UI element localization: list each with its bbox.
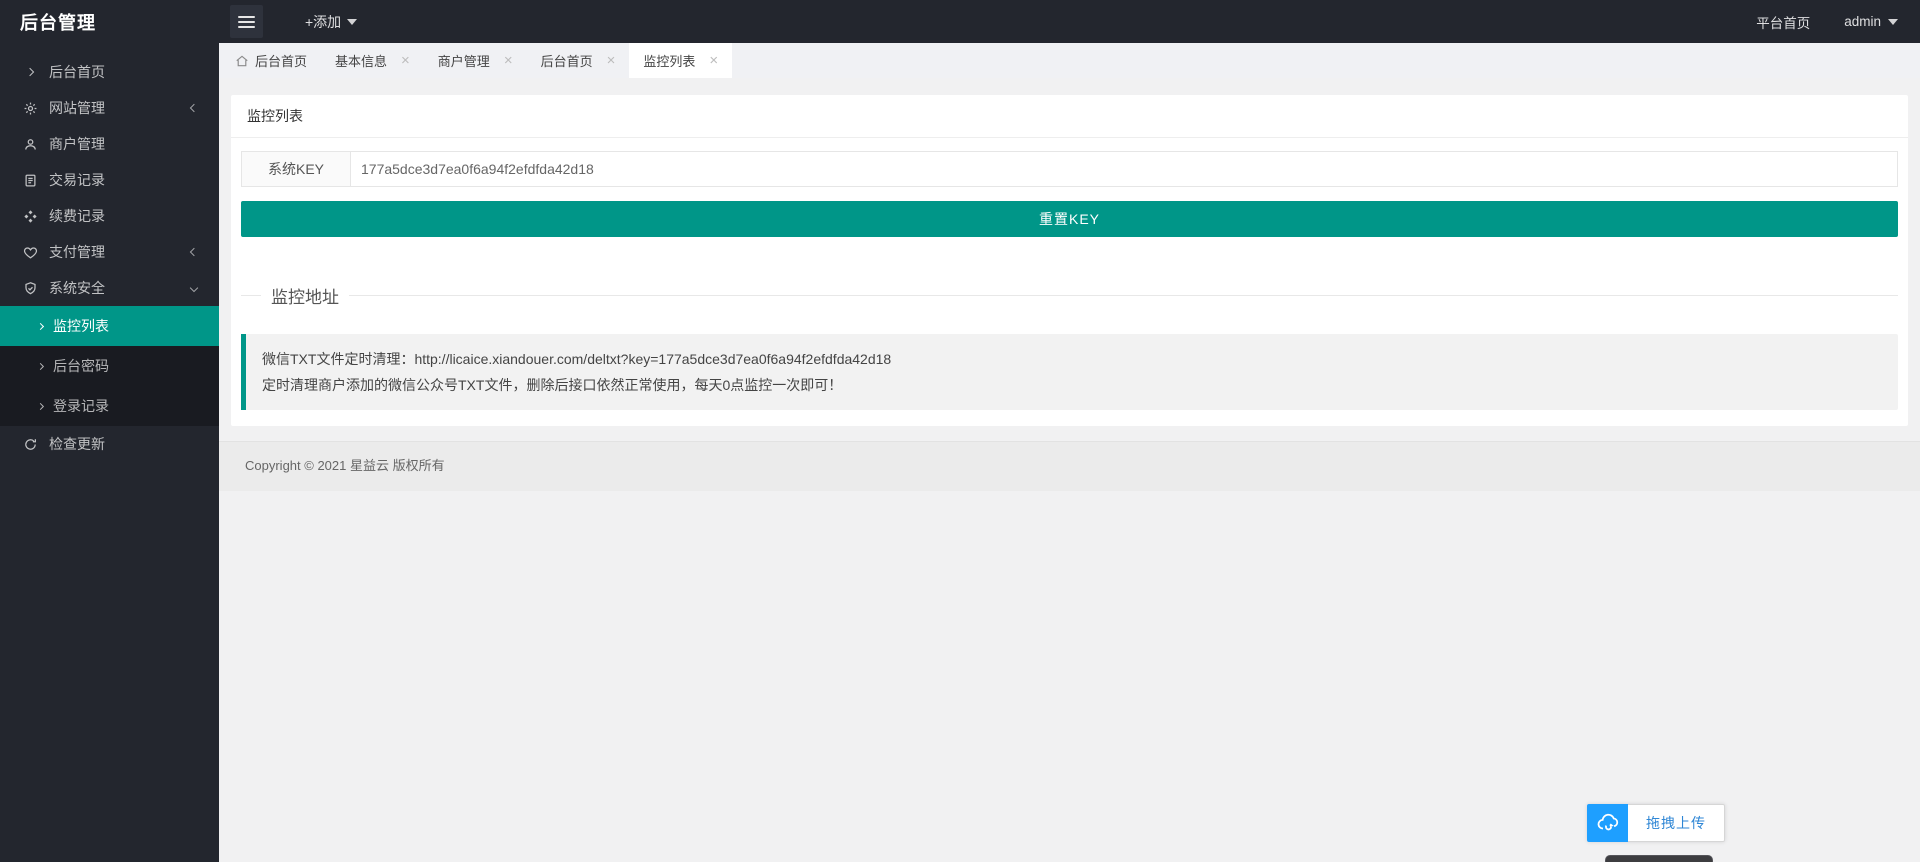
tab-close-icon[interactable]: × [401, 53, 410, 68]
admin-screen: 后台管理 +添加 平台首页 admin 后台首页 网站管理 商户管理 交易记录 … [0, 0, 1920, 862]
chevron-right-icon [36, 402, 45, 410]
chevron-down-icon [1888, 18, 1898, 25]
tab-backend-home-2[interactable]: 后台首页 × [527, 43, 630, 78]
chevron-down-icon [347, 18, 358, 25]
system-key-input[interactable] [351, 151, 1898, 187]
sidebar-item-label: 商户管理 [49, 136, 105, 152]
sidebar-toggle-button[interactable] [230, 5, 263, 38]
chevron-right-icon [22, 64, 38, 80]
chevron-left-icon [189, 103, 199, 113]
tab-label: 后台首页 [255, 54, 308, 69]
header-right-nav: 平台首页 admin [1756, 12, 1920, 32]
section-title: 监控地址 [271, 288, 339, 307]
copyright-footer: Copyright © 2021 星益云 版权所有 [219, 441, 1920, 491]
shield-icon [22, 280, 38, 296]
sidebar-item-transaction-records[interactable]: 交易记录 [0, 162, 219, 198]
sidebar-subitem-label: 监控列表 [53, 318, 109, 334]
sidebar-item-label: 后台首页 [49, 64, 105, 80]
tab-close-icon[interactable]: × [504, 53, 513, 68]
chevron-down-icon [189, 283, 199, 293]
chevron-right-icon [36, 362, 45, 370]
platform-home-link[interactable]: 平台首页 [1756, 12, 1810, 32]
user-menu-button[interactable]: admin [1844, 14, 1898, 29]
main-content: 监控列表 系统KEY 重置KEY 监控地址 微信TXT文件定时清理：http:/… [219, 78, 1920, 862]
user-icon [22, 136, 38, 152]
home-icon [235, 54, 249, 68]
sidebar-item-monitor-list[interactable]: 监控列表 [0, 306, 219, 346]
sidebar-subitem-label: 登录记录 [53, 398, 109, 414]
tab-label: 后台首页 [540, 54, 593, 69]
sidebar-item-check-update[interactable]: 检查更新 [0, 426, 219, 462]
card-title: 监控列表 [231, 95, 1908, 138]
document-icon [22, 172, 38, 188]
sidebar-item-backend-home[interactable]: 后台首页 [0, 54, 219, 90]
tab-monitor-list[interactable]: 监控列表 × [629, 43, 733, 78]
hidden-bottom-button[interactable] [1605, 855, 1713, 862]
sidebar-item-login-records[interactable]: 登录记录 [0, 386, 219, 426]
chevron-left-icon [189, 247, 199, 257]
chevron-right-icon [36, 322, 45, 330]
sidebar-item-system-security[interactable]: 系统安全 [0, 270, 219, 306]
sidebar-item-label: 续费记录 [49, 208, 105, 224]
hamburger-icon [238, 15, 255, 28]
tab-merchant-management[interactable]: 商户管理 × [424, 43, 527, 78]
username-label: admin [1844, 14, 1881, 29]
add-dropdown-button[interactable]: +添加 [305, 12, 358, 32]
sidebar-nav: 后台首页 网站管理 商户管理 交易记录 续费记录 支付管理 系统安全 监控列表 … [0, 43, 219, 862]
tab-basic-info[interactable]: 基本信息 × [321, 43, 424, 78]
components-icon [22, 208, 38, 224]
drag-upload-button[interactable]: 拖拽上传 [1628, 804, 1725, 842]
sidebar-item-label: 网站管理 [49, 100, 105, 116]
top-header: 后台管理 +添加 平台首页 admin [0, 0, 1920, 43]
platform-home-label: 平台首页 [1756, 15, 1811, 31]
tab-label: 商户管理 [437, 54, 490, 69]
tab-close-icon[interactable]: × [709, 53, 718, 68]
cloud-upload-icon [1596, 811, 1620, 835]
refresh-icon [22, 436, 38, 452]
monitor-address-fieldset: 监控地址 [241, 283, 1898, 308]
notice-line-2: 定时清理商户添加的微信公众号TXT文件，删除后接口依然正常使用，每天0点监控一次… [262, 377, 843, 393]
tab-bar: 后台首页 基本信息 × 商户管理 × 后台首页 × 监控列表 × [219, 43, 1920, 78]
sidebar-item-label: 检查更新 [49, 436, 105, 452]
app-title: 后台管理 [20, 12, 96, 33]
tab-label: 基本信息 [335, 54, 388, 69]
heart-icon [22, 244, 38, 260]
tab-label: 监控列表 [643, 54, 696, 69]
gear-icon [22, 100, 38, 116]
upload-widget: 拖拽上传 [1587, 804, 1725, 842]
sidebar-item-renewal-records[interactable]: 续费记录 [0, 198, 219, 234]
tab-backend-home[interactable]: 后台首页 [221, 43, 321, 78]
add-dropdown-label: +添加 [305, 13, 342, 30]
card-body: 系统KEY 重置KEY 监控地址 微信TXT文件定时清理：http://lica… [231, 138, 1908, 426]
system-security-submenu: 监控列表 后台密码 登录记录 [0, 306, 219, 426]
upload-cloud-button[interactable] [1587, 804, 1628, 842]
system-key-row: 系统KEY [241, 151, 1898, 187]
sidebar-item-label: 交易记录 [49, 172, 105, 188]
sidebar-item-merchant-management[interactable]: 商户管理 [0, 126, 219, 162]
system-key-label: 系统KEY [241, 151, 351, 187]
sidebar-subitem-label: 后台密码 [53, 358, 109, 374]
reset-key-button[interactable]: 重置KEY [241, 201, 1898, 237]
monitor-card: 监控列表 系统KEY 重置KEY 监控地址 微信TXT文件定时清理：http:/… [231, 95, 1908, 426]
monitor-notice-box: 微信TXT文件定时清理：http://licaice.xiandouer.com… [241, 334, 1898, 410]
sidebar-item-payment-management[interactable]: 支付管理 [0, 234, 219, 270]
sidebar-item-site-management[interactable]: 网站管理 [0, 90, 219, 126]
tab-close-icon[interactable]: × [607, 53, 616, 68]
sidebar-item-label: 支付管理 [49, 244, 105, 260]
sidebar-item-backend-password[interactable]: 后台密码 [0, 346, 219, 386]
sidebar-item-label: 系统安全 [49, 280, 105, 296]
notice-line-1: 微信TXT文件定时清理：http://licaice.xiandouer.com… [262, 351, 892, 367]
